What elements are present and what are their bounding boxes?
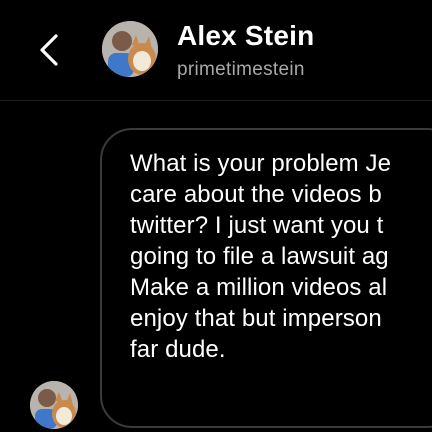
profile-avatar[interactable] bbox=[102, 21, 158, 77]
sender-avatar[interactable] bbox=[30, 381, 78, 429]
back-button[interactable] bbox=[30, 30, 70, 70]
conversation-header: Alex Stein primetimestein bbox=[0, 0, 432, 100]
chevron-left-icon bbox=[40, 34, 58, 66]
avatar-image bbox=[30, 381, 78, 429]
header-divider bbox=[0, 100, 432, 101]
contact-name[interactable]: Alex Stein bbox=[177, 20, 314, 52]
avatar-image bbox=[102, 21, 158, 77]
contact-username[interactable]: primetimestein bbox=[177, 59, 305, 81]
dm-conversation-screen: Alex Stein primetimestein What is your p… bbox=[0, 0, 432, 432]
message-text: What is your problem Je care about the v… bbox=[130, 150, 392, 363]
